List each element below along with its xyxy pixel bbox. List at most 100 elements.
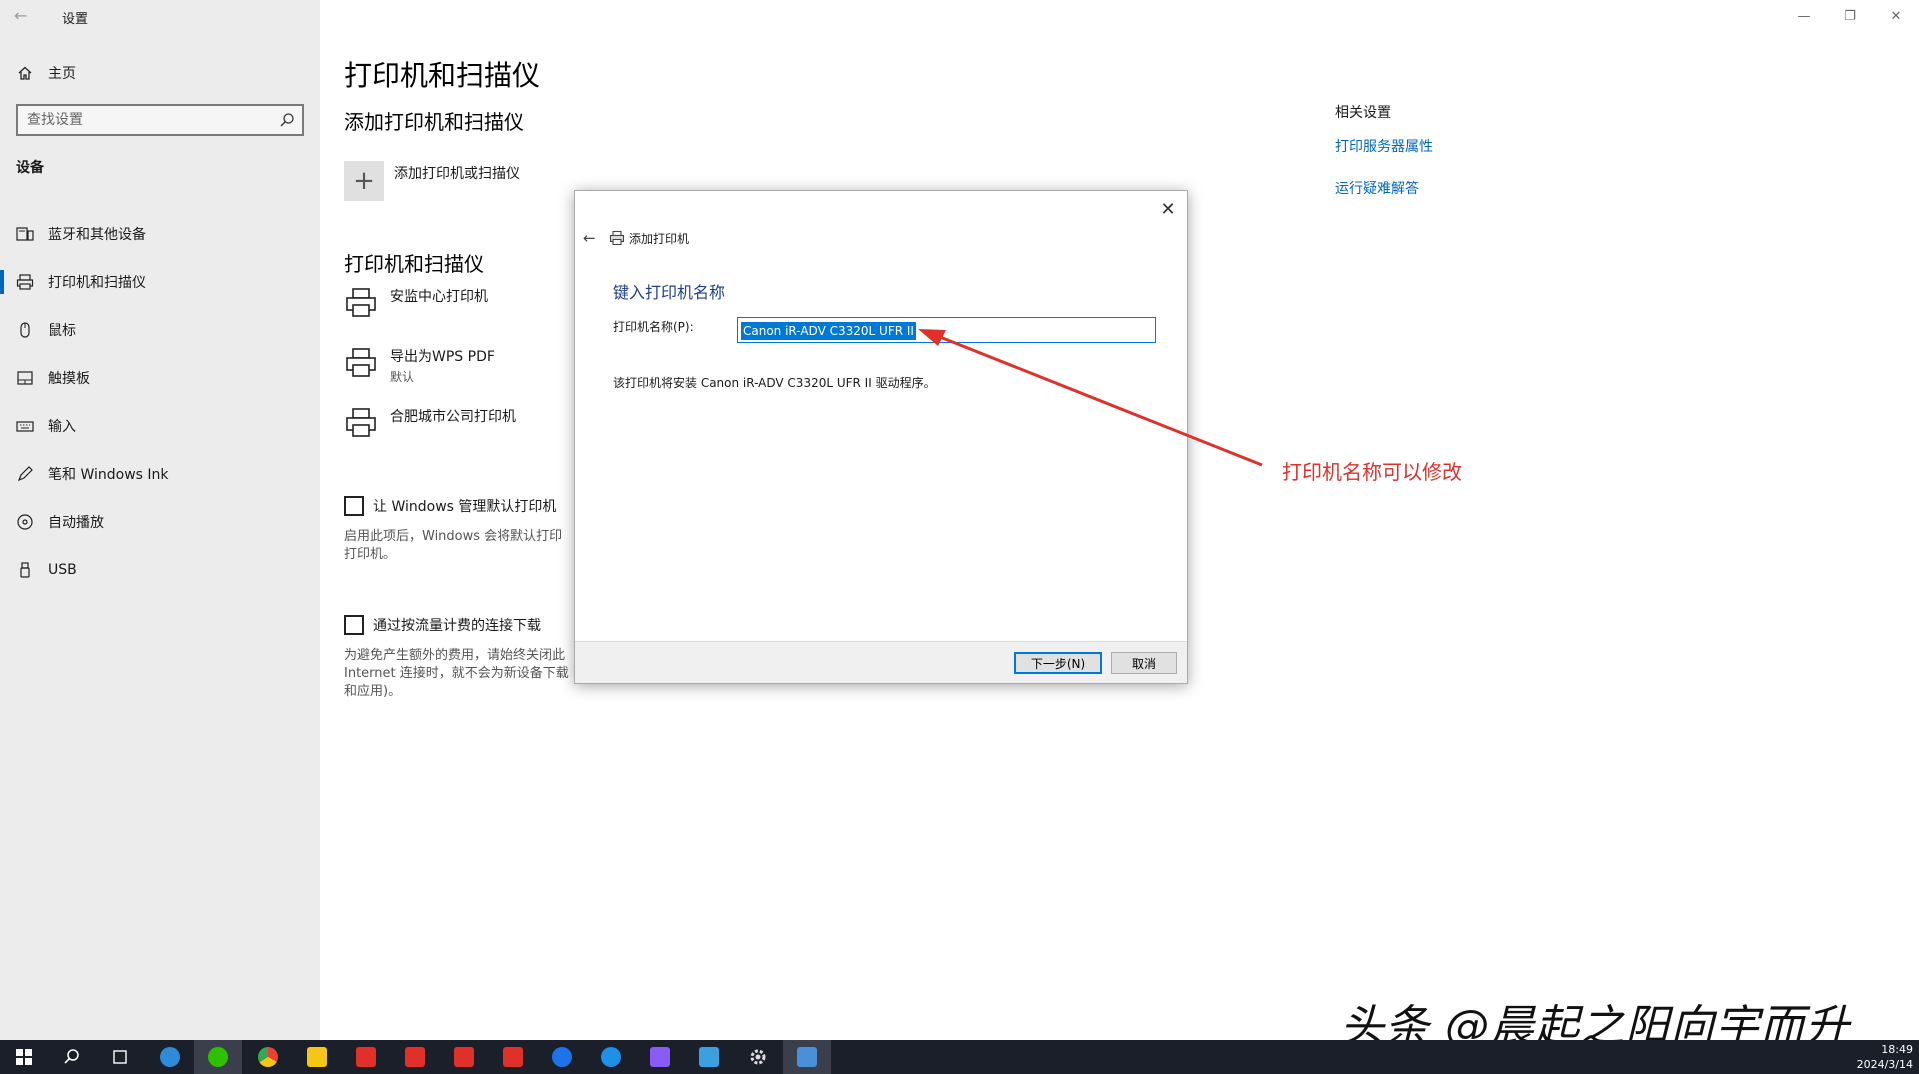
printer-list-title: 打印机和扫描仪 xyxy=(344,252,484,276)
print-server-properties-link[interactable]: 打印服务器属性 xyxy=(1335,136,1433,156)
checkbox-label: 让 Windows 管理默认打印机 xyxy=(373,499,557,515)
printer-name-label: 打印机名称(P): xyxy=(613,320,694,334)
sidebar-item-bluetooth[interactable]: 蓝牙和其他设备 xyxy=(0,210,320,258)
wechat-icon[interactable] xyxy=(194,1040,242,1074)
dialog-heading: 键入打印机名称 xyxy=(613,283,726,302)
sidebar: ← 设置 主页 设备 蓝牙和其他设备 xyxy=(0,0,320,1040)
dialog-footer: 下一步(N) 取消 xyxy=(575,641,1187,683)
add-printer-label: 添加打印机或扫描仪 xyxy=(394,166,520,182)
settings-icon[interactable] xyxy=(734,1040,782,1074)
printer-name-input[interactable]: Canon iR-ADV C3320L UFR II xyxy=(737,317,1156,343)
sidebar-item-label: 主页 xyxy=(48,66,76,82)
sidebar-item-label: 自动播放 xyxy=(48,515,104,531)
annotation-label: 打印机名称可以修改 xyxy=(1282,460,1462,484)
printer-name: 安监中心打印机 xyxy=(390,289,488,305)
checkbox-label: 通过按流量计费的连接下载 xyxy=(373,618,541,634)
printer-icon xyxy=(346,288,376,317)
wps-icon-3[interactable] xyxy=(440,1040,488,1074)
manage-default-printer-checkbox[interactable]: 让 Windows 管理默认打印机 xyxy=(344,496,556,516)
search-input[interactable] xyxy=(27,112,277,128)
dialog-header: ← 添加打印机 xyxy=(583,229,689,247)
sidebar-item-label: 鼠标 xyxy=(48,323,76,339)
close-icon[interactable]: ✕ xyxy=(1156,197,1180,221)
wps-icon-1[interactable] xyxy=(342,1040,390,1074)
clock-date: 2024/3/14 xyxy=(1856,1058,1913,1071)
sidebar-item-pen[interactable]: 笔和 Windows Ink xyxy=(0,450,320,498)
window-controls: — ❐ ✕ xyxy=(1781,0,1919,32)
sidebar-item-label: 触摸板 xyxy=(48,371,90,387)
troubleshooter-link[interactable]: 运行疑难解答 xyxy=(1335,178,1433,198)
selected-text: Canon iR-ADV C3320L UFR II xyxy=(741,322,916,340)
option-description: 启用此项后，Windows 会将默认打印 打印机。 xyxy=(344,529,563,562)
page-title: 打印机和扫描仪 xyxy=(344,59,541,92)
start-icon[interactable] xyxy=(0,1040,48,1074)
home-icon xyxy=(18,66,32,80)
app-title: 设置 xyxy=(62,12,89,27)
checkbox-box[interactable] xyxy=(344,496,364,516)
pen-icon xyxy=(17,466,33,482)
printer-icon xyxy=(16,274,34,290)
sidebar-item-label: USB xyxy=(48,562,77,578)
related-settings: 相关设置 打印服务器属性 运行疑难解答 xyxy=(1335,102,1433,198)
mouse-icon xyxy=(20,322,30,338)
sidebar-item-label: 打印机和扫描仪 xyxy=(48,275,146,291)
photos-icon[interactable] xyxy=(636,1040,684,1074)
restore-icon[interactable]: ❐ xyxy=(1827,0,1873,32)
dialog-title: 添加打印机 xyxy=(629,231,690,246)
sidebar-item-label: 蓝牙和其他设备 xyxy=(48,227,146,243)
printer-icon xyxy=(346,408,376,437)
minimize-icon[interactable]: — xyxy=(1781,0,1827,32)
close-icon[interactable]: ✕ xyxy=(1873,0,1919,32)
next-button[interactable]: 下一步(N) xyxy=(1014,652,1102,674)
wps-icon-4[interactable] xyxy=(489,1040,537,1074)
cancel-button[interactable]: 取消 xyxy=(1111,652,1177,674)
sidebar-item-label: 输入 xyxy=(48,419,76,435)
search-box[interactable] xyxy=(16,104,304,136)
chrome-icon[interactable] xyxy=(244,1040,292,1074)
related-settings-title: 相关设置 xyxy=(1335,105,1391,121)
sidebar-item-autoplay[interactable]: 自动播放 xyxy=(0,498,320,546)
wps-icon-2[interactable] xyxy=(391,1040,439,1074)
sidebar-item-label: 笔和 Windows Ink xyxy=(48,467,169,483)
metered-download-checkbox[interactable]: 通过按流量计费的连接下载 xyxy=(344,615,541,635)
keyboard-icon xyxy=(16,421,34,432)
sidebar-item-home[interactable]: 主页 xyxy=(0,60,320,86)
add-printer-dialog: ✕ ← 添加打印机 键入打印机名称 打印机名称(P): Canon iR-ADV… xyxy=(574,190,1188,684)
search-icon[interactable] xyxy=(279,112,295,128)
option-description: 为避免产生额外的费用，请始终关闭此 Internet 连接时，就不会为新设备下载… xyxy=(344,648,569,699)
task-view-icon[interactable] xyxy=(96,1040,144,1074)
app-icon-1[interactable] xyxy=(146,1040,194,1074)
printer-item[interactable]: 合肥城市公司打印机 xyxy=(344,406,516,440)
checkbox-box[interactable] xyxy=(344,615,364,635)
printer-item[interactable]: 安监中心打印机 xyxy=(344,286,488,320)
printer-name: 合肥城市公司打印机 xyxy=(390,409,516,425)
usb-icon xyxy=(20,562,30,578)
search-icon[interactable] xyxy=(48,1040,96,1074)
printer-item[interactable]: 导出为WPS PDF 默认 xyxy=(344,346,495,385)
printer-status: 默认 xyxy=(390,370,415,384)
printer-icon xyxy=(346,348,376,377)
control-panel-icon[interactable] xyxy=(783,1040,831,1074)
clock-time: 18:49 xyxy=(1881,1043,1913,1056)
back-arrow-icon[interactable]: ← xyxy=(583,229,605,247)
sidebar-nav: 蓝牙和其他设备 打印机和扫描仪 鼠标 触摸板 输入 笔和 Windows Ink… xyxy=(0,210,320,594)
plus-icon: + xyxy=(344,161,384,201)
bluetooth-devices-icon xyxy=(16,227,34,241)
sidebar-item-input[interactable]: 输入 xyxy=(0,402,320,450)
app-icon-2[interactable] xyxy=(538,1040,586,1074)
file-explorer-icon[interactable] xyxy=(293,1040,341,1074)
add-section-title: 添加打印机和扫描仪 xyxy=(344,110,524,134)
sidebar-item-printers[interactable]: 打印机和扫描仪 xyxy=(0,258,320,306)
printer-icon xyxy=(609,230,625,246)
taskbar-clock[interactable]: 18:49 2024/3/14 xyxy=(1857,1042,1913,1072)
sidebar-item-usb[interactable]: USB xyxy=(0,546,320,594)
back-arrow-icon[interactable]: ← xyxy=(14,6,44,26)
sidebar-item-mouse[interactable]: 鼠标 xyxy=(0,306,320,354)
autoplay-icon xyxy=(17,514,33,530)
add-printer-button[interactable]: + 添加打印机或扫描仪 xyxy=(344,161,520,201)
sidebar-item-touchpad[interactable]: 触摸板 xyxy=(0,354,320,402)
app-icon-4[interactable] xyxy=(685,1040,733,1074)
driver-info-text: 该打印机将安装 Canon iR-ADV C3320L UFR II 驱动程序。 xyxy=(613,376,936,390)
printer-name: 导出为WPS PDF xyxy=(390,349,495,365)
app-icon-3[interactable] xyxy=(587,1040,635,1074)
